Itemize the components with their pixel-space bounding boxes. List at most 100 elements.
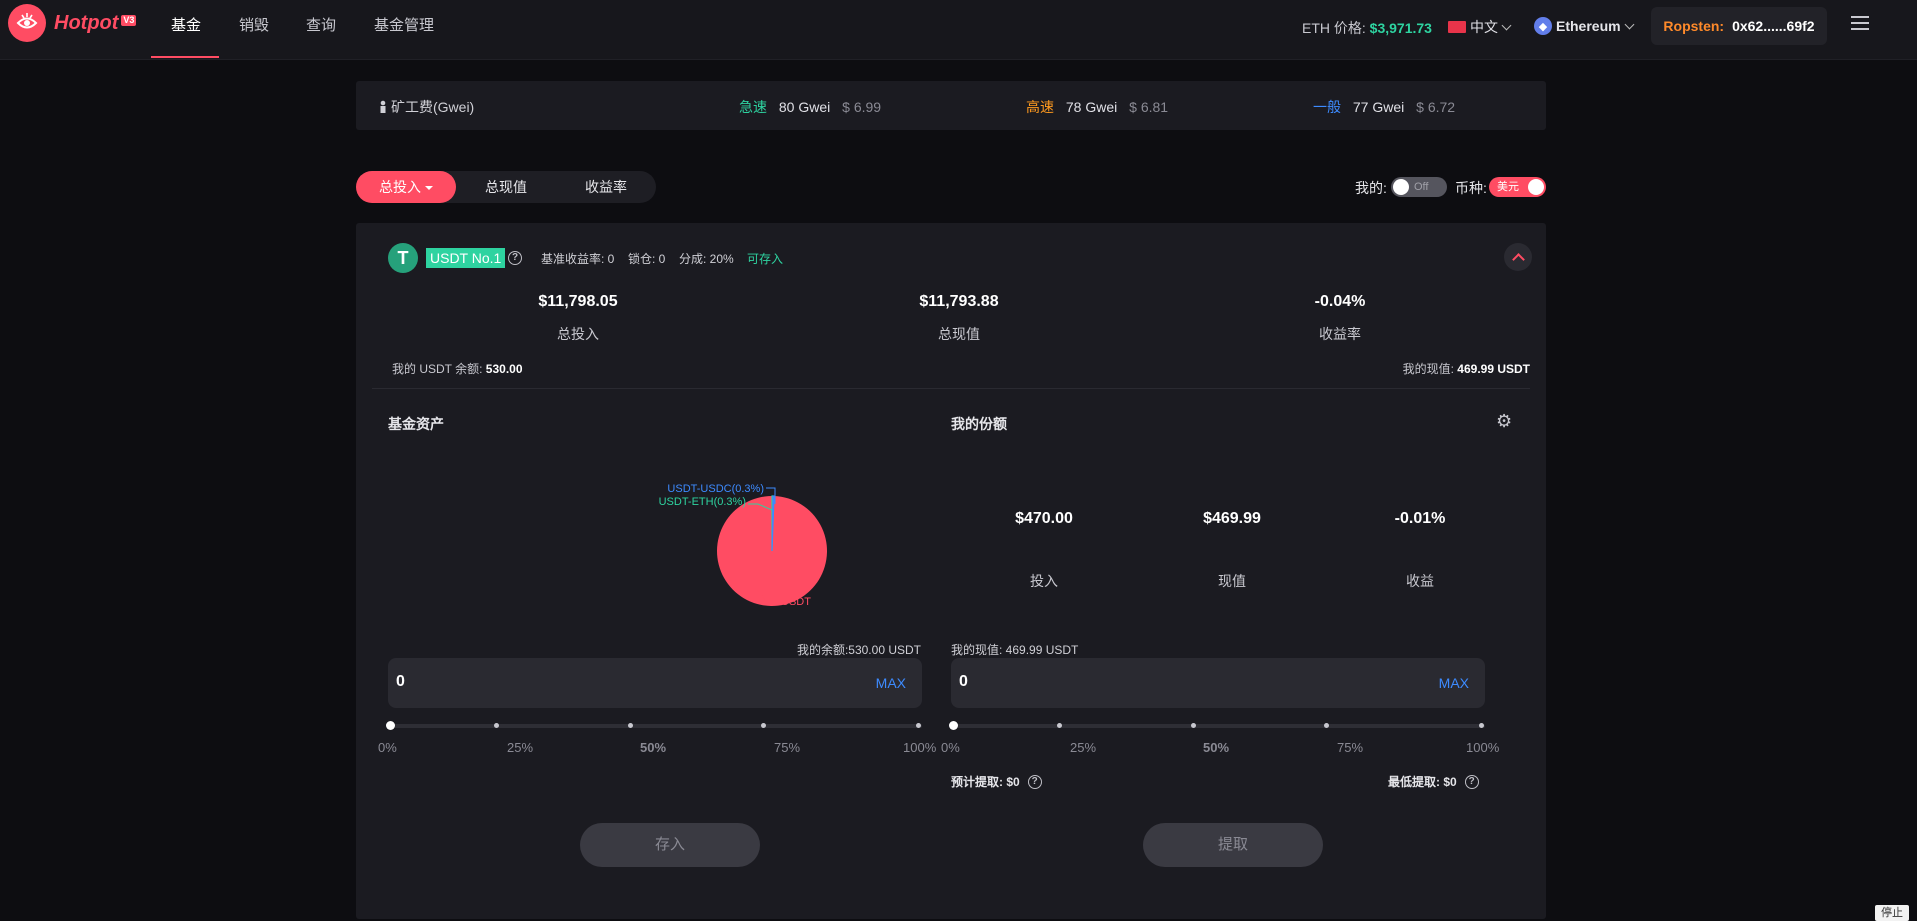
my-yield-label: 收益	[1406, 573, 1434, 589]
gas-fast-gwei: 80 Gwei	[778, 99, 831, 115]
slider-mark[interactable]	[628, 723, 633, 728]
deposit-max-button[interactable]: MAX	[876, 675, 906, 691]
fund-assets-pie-chart: USDT-USDC(0.3%) USDT-ETH(0.3%) USDT	[659, 483, 828, 608]
minimum-withdraw: 最低提取: $0 ?	[1388, 773, 1479, 790]
withdraw-amount-input[interactable]: 0 MAX	[951, 658, 1485, 708]
help-icon[interactable]: ?	[1027, 774, 1042, 789]
my-value-value: 469.99 USDT	[1457, 362, 1530, 376]
my-yield-value: -0.01%	[1394, 510, 1446, 527]
total-value-value: $11,793.88	[919, 293, 999, 310]
wallet-network: Ropsten:	[1663, 18, 1725, 34]
chevron-up-icon	[1511, 253, 1525, 266]
gas-fast[interactable]: 急速 80 Gwei $ 6.99	[739, 97, 881, 117]
fund-share: 分成: 20%	[679, 252, 734, 266]
slider-label-75: 75%	[774, 740, 801, 755]
gas-high-label: 高速	[1026, 99, 1054, 115]
mine-filter-label: 我的:	[1355, 180, 1387, 196]
hotpot-logo-icon	[8, 4, 46, 42]
slider-mark[interactable]	[1324, 723, 1329, 728]
tab-total-invest[interactable]: 总投入	[356, 171, 456, 203]
pie-label-eth: USDT-ETH(0.3%)	[659, 496, 746, 508]
withdraw-button[interactable]: 提取	[1143, 823, 1323, 867]
language-selector[interactable]: 中文	[1448, 17, 1512, 37]
nav-burn[interactable]: 销毁	[239, 0, 269, 58]
chevron-down-icon	[1501, 20, 1512, 30]
fund-benchmark: 基准收益率: 0	[541, 252, 615, 266]
my-share-title: 我的份额	[951, 416, 1007, 432]
fund-assets-title: 基金资产	[388, 416, 444, 432]
slider-mark[interactable]	[1057, 723, 1062, 728]
tab-total-invest-label: 总投入	[379, 179, 421, 195]
brand-logo[interactable]: Hotpot V3	[8, 4, 137, 42]
currency-filter-label: 币种:	[1455, 180, 1487, 196]
deposit-slider[interactable]	[386, 721, 922, 730]
help-icon[interactable]: ?	[508, 251, 522, 265]
withdraw-max-button[interactable]: MAX	[1439, 675, 1469, 691]
nav-query[interactable]: 查询	[306, 0, 336, 58]
my-share-value-label: 现值	[1218, 573, 1246, 589]
nav-active-indicator	[151, 56, 219, 58]
slider-mark[interactable]	[494, 723, 499, 728]
caret-down-icon	[425, 186, 433, 191]
mine-toggle-state: Off	[1414, 181, 1429, 193]
wallet-address: 0x62......69f2	[1732, 18, 1815, 34]
gas-normal-label: 一般	[1313, 99, 1341, 115]
gas-fast-label: 急速	[739, 99, 767, 115]
deposit-amount-input[interactable]: 0 MAX	[388, 658, 922, 708]
yield-value: -0.04%	[1314, 293, 1366, 310]
gas-normal[interactable]: 一般 77 Gwei $ 6.72	[1313, 97, 1455, 117]
nav-fund[interactable]: 基金	[171, 0, 201, 58]
hamburger-menu-icon[interactable]	[1851, 16, 1869, 30]
slider-label-100: 100%	[903, 740, 937, 755]
estimated-withdraw-text: 预计提取: $0	[951, 775, 1020, 789]
mine-toggle[interactable]: Off	[1391, 177, 1447, 197]
top-navbar: Hotpot V3 基金 销毁 查询 基金管理 ETH 价格: $3,971.7…	[0, 0, 1917, 60]
slider-mark[interactable]	[1479, 723, 1484, 728]
gas-normal-usd: $ 6.72	[1416, 99, 1456, 115]
slider-label-50: 50%	[640, 740, 667, 755]
my-balance-value: 530.00	[485, 362, 523, 376]
yield-label: 收益率	[1319, 326, 1361, 342]
currency-toggle[interactable]: 美元	[1489, 177, 1546, 197]
toggle-knob	[1528, 179, 1544, 195]
gas-fast-usd: $ 6.99	[842, 99, 882, 115]
gas-fee-bar: 矿工费(Gwei) 急速 80 Gwei $ 6.99 高速 78 Gwei $…	[356, 81, 1546, 130]
version-badge: V3	[121, 14, 137, 26]
gas-high-gwei: 78 Gwei	[1065, 99, 1118, 115]
my-current-value: 我的现值: 469.99 USDT	[1403, 360, 1530, 377]
slider-label-100: 100%	[1466, 740, 1500, 755]
pie-label-usdc: USDT-USDC(0.3%)	[667, 483, 764, 495]
eth-price-value: $3,971.73	[1369, 20, 1432, 36]
brand-name: Hotpot	[54, 11, 119, 34]
network-selector[interactable]: ◆ Ethereum	[1534, 17, 1635, 35]
fund-name[interactable]: USDT No.1	[426, 248, 506, 268]
slider-label-50: 50%	[1203, 740, 1230, 755]
slider-mark[interactable]	[916, 723, 921, 728]
wallet-button[interactable]: Ropsten: 0x62......69f2	[1651, 7, 1827, 45]
slider-handle[interactable]	[949, 721, 958, 730]
withdraw-slider[interactable]	[949, 721, 1485, 730]
tab-total-value[interactable]: 总现值	[456, 171, 556, 203]
estimated-withdraw: 预计提取: $0 ?	[951, 773, 1042, 790]
eth-price: ETH 价格: $3,971.73	[1302, 18, 1432, 38]
fund-lock: 锁仓: 0	[628, 252, 666, 266]
help-icon[interactable]: ?	[1464, 774, 1479, 789]
gear-icon[interactable]: ⚙	[1496, 411, 1512, 432]
language-label: 中文	[1470, 19, 1498, 35]
currency-toggle-state: 美元	[1497, 181, 1519, 193]
gas-high[interactable]: 高速 78 Gwei $ 6.81	[1026, 97, 1168, 117]
tab-yield[interactable]: 收益率	[556, 171, 656, 203]
slider-mark[interactable]	[1191, 723, 1196, 728]
collapse-button[interactable]	[1504, 243, 1532, 271]
gas-normal-gwei: 77 Gwei	[1352, 99, 1405, 115]
miner-icon	[380, 100, 386, 113]
withdraw-value-line: 我的现值: 469.99 USDT	[951, 643, 1079, 657]
slider-handle[interactable]	[386, 721, 395, 730]
slider-label-25: 25%	[507, 740, 534, 755]
deposit-button[interactable]: 存入	[580, 823, 760, 867]
my-share-value: $469.99	[1203, 510, 1261, 527]
network-label: Ethereum	[1556, 18, 1621, 34]
fund-card: T USDT No.1 ? 基准收益率: 0 锁仓: 0 分成: 20% 可存入…	[356, 223, 1546, 919]
slider-mark[interactable]	[761, 723, 766, 728]
nav-fund-management[interactable]: 基金管理	[374, 0, 434, 58]
